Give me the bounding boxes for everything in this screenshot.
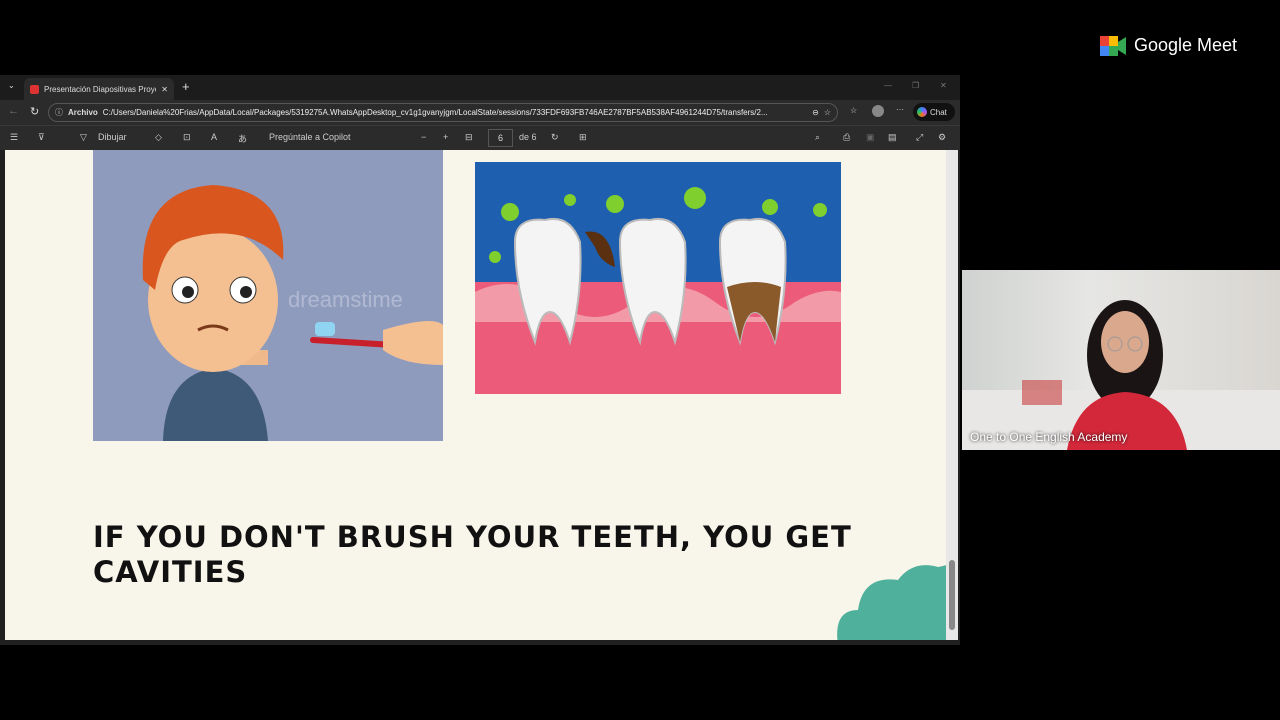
zoom-out-icon[interactable]: − bbox=[421, 132, 426, 142]
restore-icon[interactable]: ❐ bbox=[912, 81, 919, 90]
copilot-icon bbox=[917, 107, 927, 117]
teeth-cavities-image bbox=[475, 162, 841, 394]
tab-list-chevron-icon[interactable]: ⌄ bbox=[8, 81, 15, 90]
more-icon[interactable]: ··· bbox=[896, 105, 904, 114]
print-icon[interactable]: ⎙ bbox=[843, 132, 850, 143]
chat-label: Chat bbox=[930, 107, 947, 117]
contents-icon[interactable]: ☰ bbox=[10, 132, 18, 143]
favorites-icon[interactable]: ☆ bbox=[850, 106, 857, 115]
address-bar[interactable]: ⓘ Archivo C:/Users/Daniela%20Frias/AppDa… bbox=[48, 103, 838, 122]
participant-name: One to One English Academy bbox=[970, 430, 1128, 444]
favorite-star-icon[interactable]: ☆ bbox=[824, 108, 831, 117]
tab-title: Presentación Diapositivas Proyecto bbox=[44, 84, 156, 94]
new-tab-icon[interactable]: + bbox=[182, 79, 190, 94]
highlight-icon[interactable]: ⊽ bbox=[38, 132, 45, 143]
url-text: C:/Users/Daniela%20Frias/AppData/Local/P… bbox=[102, 108, 768, 117]
address-prefix: Archivo bbox=[68, 108, 98, 117]
scrollbar-thumb[interactable] bbox=[949, 560, 955, 630]
eraser-icon[interactable]: ◇ bbox=[155, 132, 162, 143]
rotate-icon[interactable]: ↻ bbox=[551, 132, 559, 143]
slide-caption: IF YOU DON'T BRUSH YOUR TEETH, YOU GET C… bbox=[93, 520, 852, 589]
fullscreen-icon[interactable]: ⤢ bbox=[916, 132, 923, 143]
info-icon: ⓘ bbox=[55, 108, 63, 117]
read-aloud-icon[interactable]: A bbox=[211, 132, 217, 142]
reload-icon[interactable]: ↻ bbox=[30, 105, 39, 118]
text-icon[interactable]: ⊡ bbox=[183, 132, 191, 143]
pdf-toolbar: ☰ ⊽ ▽ Dibujar ◇ ⊡ A あ Pregúntale a Copil… bbox=[0, 125, 960, 150]
zoom-in-icon[interactable]: + bbox=[443, 132, 448, 142]
close-window-icon[interactable]: ✕ bbox=[940, 81, 947, 90]
scrollbar[interactable] bbox=[946, 150, 958, 640]
boy-refusing-toothbrush-image: dreamstime bbox=[93, 150, 443, 441]
fit-page-icon[interactable]: ⊟ bbox=[465, 132, 473, 143]
tab-bar: ⌄ Presentación Diapositivas Proyecto ✕ +… bbox=[0, 75, 960, 100]
settings-icon[interactable]: ⚙ bbox=[938, 132, 946, 143]
zoom-icon[interactable]: ⊖ bbox=[812, 108, 819, 117]
profile-avatar[interactable] bbox=[872, 105, 884, 117]
page-view-icon[interactable]: ⊞ bbox=[579, 132, 587, 143]
search-icon[interactable]: ⌕ bbox=[815, 132, 820, 143]
ask-copilot-button[interactable]: Pregúntale a Copilot bbox=[269, 132, 351, 142]
watermark: dreamstime bbox=[288, 287, 403, 312]
page-total: de 6 bbox=[519, 132, 537, 142]
page-number-input[interactable]: 6 bbox=[488, 129, 513, 147]
close-tab-icon[interactable]: ✕ bbox=[161, 85, 168, 94]
translate-icon[interactable]: あ bbox=[238, 132, 247, 145]
minimize-icon[interactable]: — bbox=[884, 81, 892, 90]
google-meet-logo: Google Meet bbox=[1100, 35, 1237, 56]
meet-camera-icon bbox=[1100, 35, 1126, 56]
pdf-slide: dreamstime IF YOU DON'T BRUSH YOUR TEETH… bbox=[5, 150, 946, 640]
back-icon[interactable]: ← bbox=[8, 105, 19, 117]
draw-button[interactable]: Dibujar bbox=[98, 132, 127, 142]
pdf-icon bbox=[30, 84, 39, 94]
decorative-blob bbox=[837, 565, 946, 640]
save-as-icon[interactable]: ▤ bbox=[888, 132, 897, 143]
participant-video-tile[interactable]: One to One English Academy bbox=[962, 270, 1280, 450]
tab-presentation[interactable]: Presentación Diapositivas Proyecto ✕ bbox=[24, 78, 174, 100]
copilot-chat-button[interactable]: Chat bbox=[913, 103, 955, 121]
meet-brand: Google Meet bbox=[1134, 35, 1238, 55]
participant-video bbox=[962, 300, 1280, 450]
draw-icon[interactable]: ▽ bbox=[80, 132, 87, 143]
save-icon[interactable]: ▣ bbox=[866, 132, 875, 143]
address-bar-row: ← ↻ ⓘ Archivo C:/Users/Daniela%20Frias/A… bbox=[0, 100, 960, 125]
